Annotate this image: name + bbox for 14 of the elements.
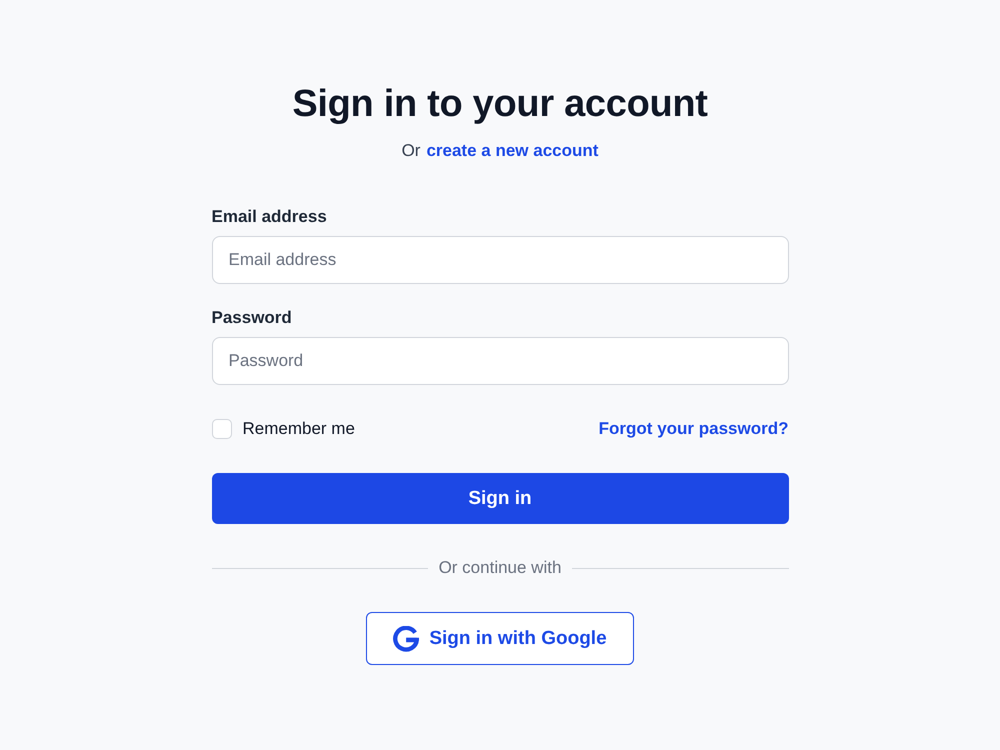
google-sign-in-button[interactable]: Sign in with Google (366, 612, 634, 665)
field-label: Email address (212, 206, 327, 228)
checkbox-label: Remember me (242, 418, 355, 440)
prompt-text: Or (402, 140, 420, 162)
sign-in-button[interactable]: Sign in (212, 473, 788, 524)
create-account-link[interactable]: create a new account (426, 139, 598, 163)
forgot-password-link[interactable]: Forgot your password? (598, 418, 788, 440)
divider-text: Or continue with (438, 557, 562, 579)
field-label: Password (212, 307, 292, 329)
email-field[interactable]: Email address (212, 236, 788, 284)
g-logo-icon (393, 626, 420, 652)
page-title: Sign in to your account (292, 82, 708, 126)
remember-checkbox[interactable] (212, 419, 232, 439)
password-field[interactable]: Password (212, 337, 788, 385)
